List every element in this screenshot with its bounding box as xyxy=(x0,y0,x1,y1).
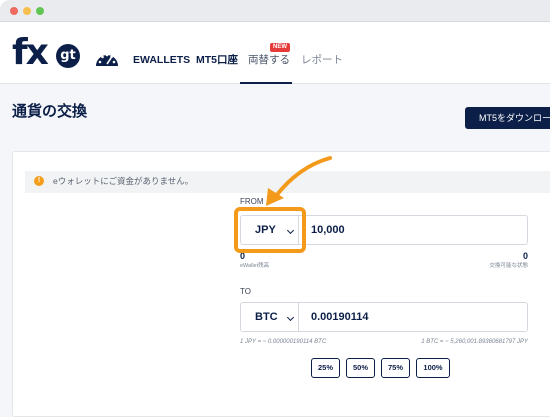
new-badge: NEW xyxy=(270,43,290,52)
minimize-window-dot[interactable] xyxy=(23,7,31,15)
browser-window: fx gt EWALLETS MT5口座 NEW 両替する レポート 通貨の交換… xyxy=(0,0,550,417)
available-balance-value: 0 xyxy=(522,251,528,261)
ewallet-balance-label: eWallet残高 xyxy=(240,263,270,269)
currency-highlight-box xyxy=(234,207,306,253)
to-currency-code: BTC xyxy=(255,311,278,323)
no-funds-alert: ! eウォレットにご資金がありません。 xyxy=(25,171,550,193)
from-label: FROM xyxy=(240,197,264,206)
logo-gt-badge: gt xyxy=(56,44,80,68)
maximize-window-dot[interactable] xyxy=(36,7,44,15)
rate-jpy-to-btc: 1 JPY = ~ 0.000000190114 BTC xyxy=(240,339,327,345)
speedometer-icon[interactable] xyxy=(94,48,120,68)
active-nav-underline xyxy=(240,82,292,84)
window-titlebar xyxy=(0,0,550,22)
to-input-group: BTC 0.00190114 xyxy=(240,302,528,332)
nav-report[interactable]: レポート xyxy=(301,54,343,66)
chevron-down-icon xyxy=(286,313,295,322)
percent-25-button[interactable]: 25% xyxy=(311,358,340,378)
to-label: TO xyxy=(240,287,251,296)
logo-fx-text: fx xyxy=(12,32,49,73)
nav-ewallets[interactable]: EWALLETS xyxy=(133,54,190,66)
percent-75-button[interactable]: 75% xyxy=(381,358,410,378)
rate-btc-to-jpy: 1 BTC = ~ 5,260,001.89360681797 JPY xyxy=(421,339,528,345)
top-navbar: fx gt EWALLETS MT5口座 NEW 両替する レポート xyxy=(0,22,550,84)
to-amount-input[interactable]: 0.00190114 xyxy=(311,311,369,323)
page-title: 通貨の交換 xyxy=(12,103,88,120)
nav-exchange[interactable]: 両替する xyxy=(248,54,290,66)
percent-50-button[interactable]: 50% xyxy=(346,358,375,378)
percent-100-button[interactable]: 100% xyxy=(416,358,450,378)
alert-message: eウォレットにご資金がありません。 xyxy=(53,176,194,186)
info-icon: ! xyxy=(34,176,44,186)
nav-mt5-accounts[interactable]: MT5口座 xyxy=(196,54,238,66)
fxgt-logo[interactable]: fx gt xyxy=(12,34,82,74)
mt5-download-button[interactable]: MT5をダウンロード xyxy=(465,107,550,129)
close-window-dot[interactable] xyxy=(10,7,18,15)
to-currency-select[interactable]: BTC xyxy=(241,303,299,331)
available-balance-label: 交換可能な状態 xyxy=(489,263,528,269)
from-amount-input[interactable]: 10,000 xyxy=(311,224,345,236)
